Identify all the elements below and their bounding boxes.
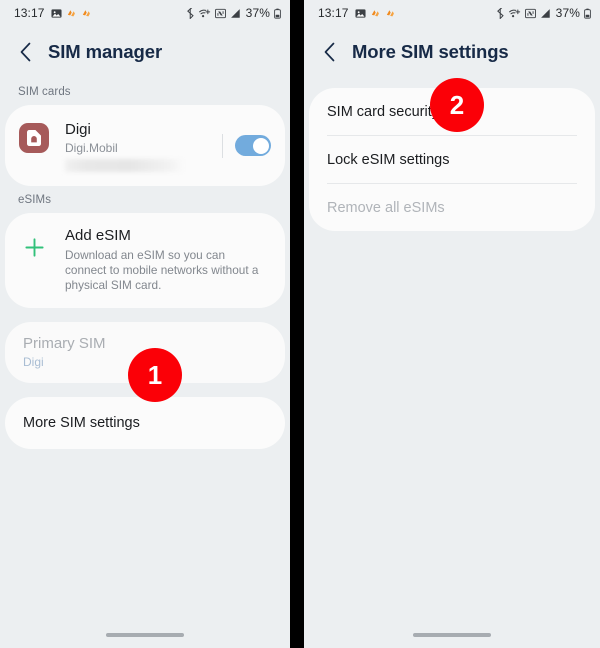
app-notification-icon xyxy=(370,8,381,19)
list-item-lock-esim-settings[interactable]: Lock eSIM settings xyxy=(309,136,595,183)
sim-card-panel: Digi Digi.Mobil xyxy=(5,105,285,186)
sim-card-name: Digi xyxy=(65,121,91,138)
more-sim-settings-row[interactable]: More SIM settings xyxy=(5,397,285,449)
app-notification-icon xyxy=(66,8,77,19)
back-button[interactable] xyxy=(14,41,36,63)
add-esim-title: Add eSIM xyxy=(65,227,131,244)
redacted-phone-number xyxy=(65,159,183,172)
list-item-label: SIM card security xyxy=(327,103,439,120)
add-esim-text: Add eSIM Download an eSIM so you can con… xyxy=(65,226,269,293)
gesture-nav-bar xyxy=(0,622,290,648)
home-gesture-pill[interactable] xyxy=(413,633,491,637)
section-label-sim-cards: SIM cards xyxy=(18,86,71,98)
screenshot-stage: 13:17 37% SIM manager SIM cards Digi Dig… xyxy=(0,0,600,648)
battery-icon xyxy=(584,8,591,19)
plus-icon xyxy=(19,232,49,262)
gesture-nav-bar xyxy=(304,622,600,648)
page-title: More SIM settings xyxy=(352,41,509,62)
status-bar-clock: 13:17 xyxy=(318,6,349,20)
status-bar-notification-icons xyxy=(50,8,92,19)
app-notification-icon xyxy=(81,8,92,19)
sim-manager-screen: 13:17 37% SIM manager SIM cards Digi Dig… xyxy=(0,0,290,648)
list-item-label: Remove all eSIMs xyxy=(327,199,445,216)
status-bar-clock: 13:17 xyxy=(14,6,45,20)
bluetooth-icon xyxy=(186,5,195,20)
wifi-calling-icon xyxy=(508,8,521,19)
app-bar: More SIM settings xyxy=(304,26,600,78)
status-bar: 13:17 37% xyxy=(0,0,290,26)
app-bar: SIM manager xyxy=(0,26,290,78)
nfc-icon xyxy=(524,8,536,19)
sim-toggle-container xyxy=(222,133,271,158)
home-gesture-pill[interactable] xyxy=(106,633,184,637)
status-bar: 13:17 37% xyxy=(304,0,600,26)
add-esim-panel: Add eSIM Download an eSIM so you can con… xyxy=(5,213,285,308)
nfc-icon xyxy=(214,8,226,19)
photo-icon xyxy=(50,8,62,19)
wifi-calling-icon xyxy=(198,8,211,19)
status-bar-notification-icons xyxy=(354,8,396,19)
signal-icon xyxy=(230,8,241,19)
panel-separator xyxy=(290,0,304,648)
more-sim-settings-screen: 13:17 37% More SIM settings SIM card sec… xyxy=(304,0,600,648)
step-badge-2: 2 xyxy=(430,78,484,132)
page-title: SIM manager xyxy=(48,41,163,62)
more-sim-settings-label: More SIM settings xyxy=(23,415,140,431)
sim-card-icon xyxy=(19,123,49,153)
sim-card-text: Digi Digi.Mobil xyxy=(65,119,214,172)
back-chevron-icon xyxy=(324,42,334,62)
sim-card-row-digi[interactable]: Digi Digi.Mobil xyxy=(5,105,285,186)
more-sim-settings-panel: More SIM settings xyxy=(5,397,285,449)
list-item-remove-all-esims: Remove all eSIMs xyxy=(309,184,595,231)
step-badge-1: 1 xyxy=(128,348,182,402)
battery-icon xyxy=(274,8,281,19)
battery-percent-label: 37% xyxy=(555,6,580,20)
photo-icon xyxy=(354,8,366,19)
app-notification-icon xyxy=(385,8,396,19)
status-bar-system-icons: 37% xyxy=(496,5,591,20)
signal-icon xyxy=(540,8,551,19)
sim-enable-toggle[interactable] xyxy=(235,135,271,156)
list-item-label: Lock eSIM settings xyxy=(327,151,450,168)
battery-percent-label: 37% xyxy=(245,6,270,20)
add-esim-description: Download an eSIM so you can connect to m… xyxy=(65,248,259,292)
bluetooth-icon xyxy=(496,5,505,20)
back-button[interactable] xyxy=(318,41,340,63)
sim-card-subtitle: Digi.Mobil xyxy=(65,141,118,155)
back-chevron-icon xyxy=(20,42,30,62)
toggle-divider xyxy=(222,133,223,158)
add-esim-row[interactable]: Add eSIM Download an eSIM so you can con… xyxy=(5,213,285,308)
status-bar-system-icons: 37% xyxy=(186,5,281,20)
section-label-esims: eSIMs xyxy=(18,194,52,206)
